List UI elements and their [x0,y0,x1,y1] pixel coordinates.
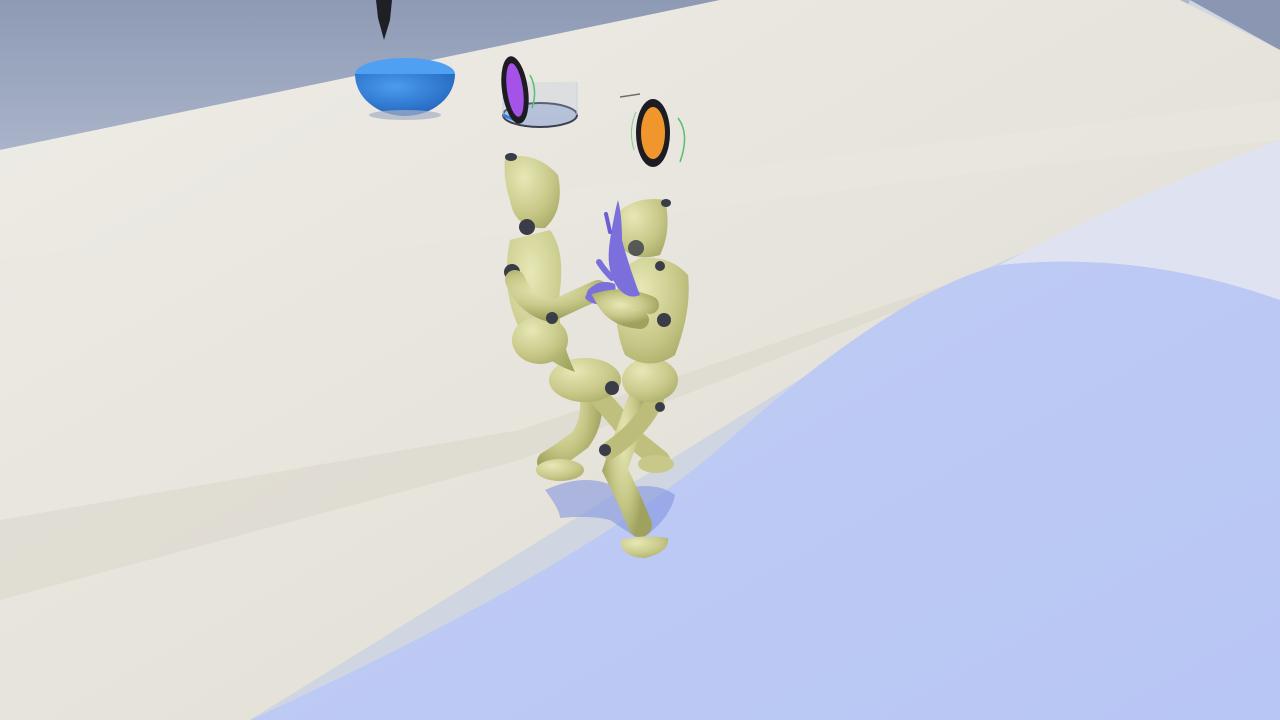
game-viewport [0,0,1280,720]
